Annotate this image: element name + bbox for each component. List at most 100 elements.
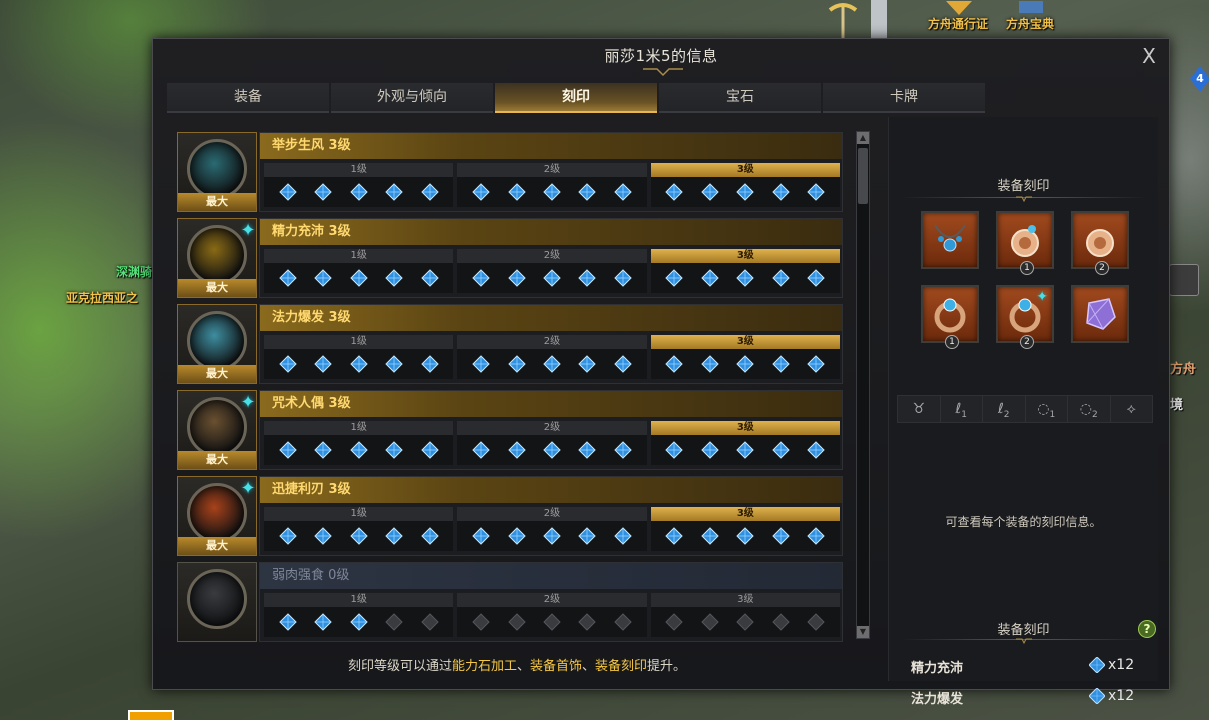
gem-filled-icon — [614, 441, 632, 459]
tab-cards[interactable]: 卡牌 — [823, 83, 985, 113]
engraving-levels: 1级 2级 3级 — [264, 593, 840, 637]
gem-filled-icon — [543, 183, 561, 201]
gem-filled-icon — [385, 355, 403, 373]
gem-filled-icon — [578, 355, 597, 373]
gem-row — [264, 521, 454, 551]
equip-ring-1[interactable]: 1 — [921, 285, 979, 349]
level-label: 1级 — [264, 249, 454, 263]
engraving-name: 举步生风 3级 — [260, 133, 842, 159]
gem-filled-icon — [701, 269, 719, 287]
equip-ability-stone[interactable] — [1071, 285, 1129, 343]
gem-filled-icon — [349, 269, 368, 287]
summary-count: x12 — [1089, 688, 1134, 704]
engraving-row[interactable]: 最大 举步生风 3级 1级 2级 3级 — [177, 132, 843, 214]
slot-sub: 1 — [961, 409, 968, 420]
level-segment: 3级 — [650, 593, 840, 637]
hint-link-engraving-book: 装备刻印 — [595, 659, 648, 674]
gem-filled-icon — [314, 355, 332, 373]
gem-filled-icon — [614, 355, 632, 373]
equip-earring-2[interactable]: 2 — [1071, 211, 1129, 275]
scroll-down-arrow-icon[interactable]: ▼ — [857, 626, 869, 638]
level-segment: 3级 — [650, 163, 840, 207]
gem-row — [650, 177, 840, 207]
tab-engraving[interactable]: 刻印 — [495, 83, 657, 113]
level-segment: 3级 — [650, 249, 840, 293]
gem-filled-icon — [614, 183, 632, 201]
engraving-name: 迅捷利刃 3级 — [260, 477, 842, 503]
slot-necklace-icon[interactable]: ♉ — [898, 396, 941, 422]
level-label: 3级 — [650, 507, 840, 521]
engraving-row[interactable]: ✦ 最大 迅捷利刃 3级 1级 2级 3级 — [177, 476, 843, 558]
engraving-orb-icon — [187, 569, 247, 629]
slot-ring-2-icon[interactable]: ◌2 — [1068, 396, 1111, 422]
hint-suffix: 提升。 — [647, 659, 687, 674]
equip-necklace[interactable] — [921, 211, 979, 269]
engraving-row[interactable]: 弱肉强食 0级 1级 2级 3级 — [177, 562, 843, 642]
home-icon[interactable] — [1169, 264, 1199, 296]
engraving-levels: 1级 2级 3级 — [264, 163, 840, 207]
help-button[interactable]: ? — [1138, 620, 1156, 638]
tab-gems[interactable]: 宝石 — [659, 83, 821, 113]
gem-filled-icon — [314, 183, 332, 201]
level-label: 3级 — [650, 421, 840, 435]
bottom-hud-chip[interactable] — [128, 710, 174, 720]
equip-ring-2[interactable]: ✦ 2 — [996, 285, 1054, 349]
engraving-icon: ✦ 最大 — [177, 390, 257, 470]
section-ornament-icon — [1016, 196, 1032, 203]
tab-equipment[interactable]: 装备 — [167, 83, 329, 113]
gem-filled-icon — [578, 183, 597, 201]
gem-filled-icon — [543, 527, 561, 545]
npc-label-abyss: 深渊骑 — [116, 265, 153, 279]
gem-filled-icon — [543, 355, 561, 373]
slot-stone-icon[interactable]: ⟡ — [1111, 396, 1153, 422]
engraving-body: 咒术人偶 3级 1级 2级 3级 — [259, 390, 843, 470]
gem-empty-icon — [772, 613, 790, 631]
engraving-row[interactable]: 最大 法力爆发 3级 1级 2级 3级 — [177, 304, 843, 386]
hint-sep-2: 、 — [582, 659, 596, 674]
engraving-body: 举步生风 3级 1级 2级 3级 — [259, 132, 843, 212]
engraving-body: 精力充沛 3级 1级 2级 3级 — [259, 218, 843, 298]
engraving-body: 迅捷利刃 3级 1级 2级 3级 — [259, 476, 843, 556]
gem-empty-icon — [507, 613, 526, 631]
summary-count: x12 — [1089, 657, 1134, 673]
level-label: 1级 — [264, 163, 454, 177]
level-segment: 2级 — [457, 593, 647, 637]
engraving-row[interactable]: ✦ 最大 咒术人偶 3级 1级 2级 3级 — [177, 390, 843, 472]
ark-pass-label[interactable]: 方舟通行证 — [928, 15, 988, 32]
slot-earring-2-icon[interactable]: ℓ2 — [983, 396, 1026, 422]
max-label: 最大 — [178, 279, 256, 297]
gem-filled-icon — [349, 355, 368, 373]
edge-text-realm: 境 — [1170, 398, 1184, 413]
engraving-row[interactable]: ✦ 最大 精力充沛 3级 1级 2级 3级 — [177, 218, 843, 300]
gem-filled-icon — [420, 527, 439, 545]
gem-filled-icon — [385, 441, 403, 459]
tab-bar: 装备 外观与倾向 刻印 宝石 卡牌 — [167, 83, 985, 113]
slot-ring-1-icon[interactable]: ◌1 — [1026, 396, 1068, 422]
gem-filled-icon — [279, 441, 297, 459]
tab-appearance[interactable]: 外观与倾向 — [331, 83, 493, 113]
level-label: 3级 — [650, 249, 840, 263]
equip-earring-1[interactable]: 1 — [996, 211, 1054, 275]
ring-icon — [934, 298, 966, 333]
gem-row — [650, 521, 840, 551]
map-marker-badge[interactable]: 4 — [1190, 66, 1209, 92]
scroll-up-arrow-icon[interactable]: ▲ — [857, 132, 869, 144]
gem-filled-icon — [472, 183, 490, 201]
list-scrollbar[interactable]: ▲ ▼ — [856, 131, 870, 639]
gem-filled-icon — [614, 527, 632, 545]
slot-sub: 1 — [1049, 409, 1056, 420]
gem-filled-icon — [736, 441, 754, 459]
summary-row: 法力爆发 x12 — [911, 688, 1141, 708]
slot-earring-1-icon[interactable]: ℓ1 — [941, 396, 983, 422]
codex-label[interactable]: 方舟宝典 — [1006, 15, 1054, 32]
hint-link-accessories: 装备首饰 — [529, 659, 582, 674]
max-label: 最大 — [178, 537, 256, 555]
scroll-thumb[interactable] — [858, 148, 868, 204]
gem-empty-icon — [614, 613, 632, 631]
close-button[interactable]: X — [1139, 45, 1159, 67]
gem-filled-icon — [314, 613, 332, 631]
character-info-window: 丽莎1米5的信息 X 装备 外观与倾向 刻印 宝石 卡牌 最大 举步生风 3级 1级… — [152, 38, 1170, 707]
gem-filled-icon — [349, 527, 368, 545]
summary-name: 法力爆发 — [911, 692, 964, 707]
level-segment: 1级 — [264, 249, 454, 293]
